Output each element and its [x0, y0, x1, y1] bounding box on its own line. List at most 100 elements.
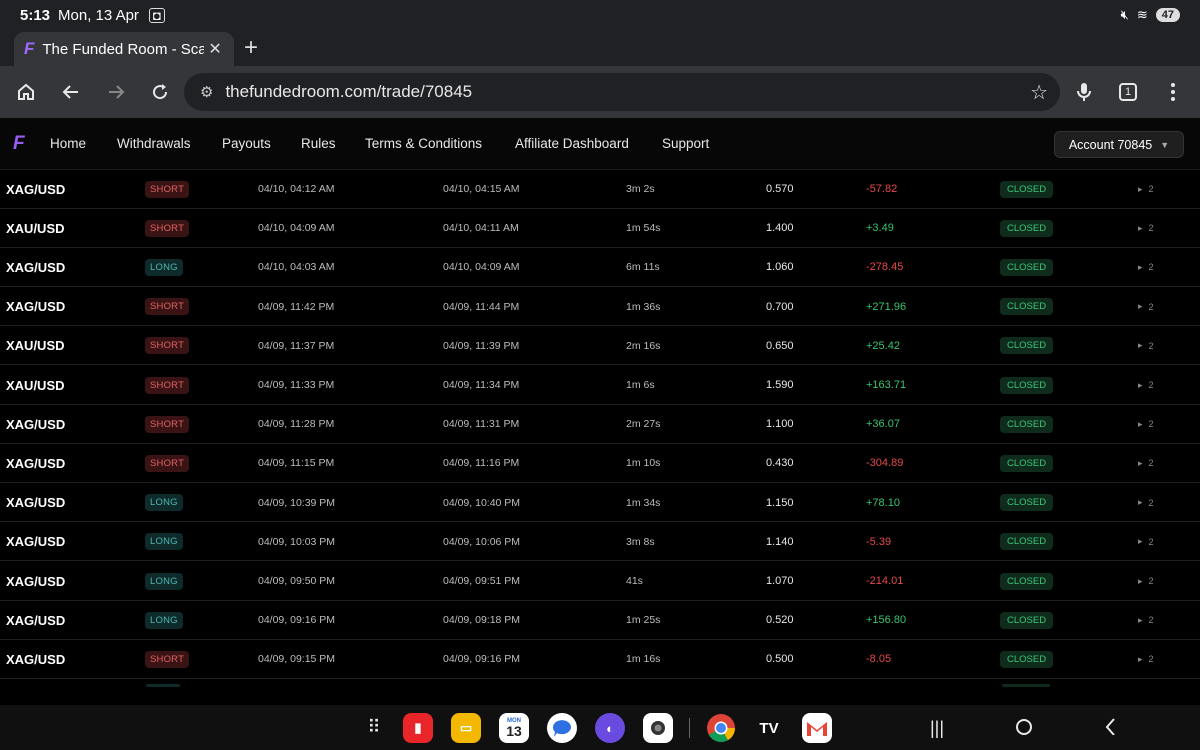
- home-nav-button[interactable]: [1014, 715, 1034, 741]
- forward-button[interactable]: [102, 78, 130, 106]
- trade-status-cell: CLOSED: [1000, 209, 1054, 248]
- close-tab-icon[interactable]: ✕: [208, 39, 221, 59]
- chrome-app-icon[interactable]: [706, 713, 736, 743]
- microphone-icon: [1077, 83, 1091, 101]
- address-bar[interactable]: ⚙ thefundedroom.com/trade/70845 ☆: [184, 73, 1060, 111]
- table-row[interactable]: XAG/USD SHORT 04/09, 11:28 PM 04/09, 11:31 …: [0, 405, 1200, 444]
- tradingview-app-icon[interactable]: TV: [754, 713, 784, 743]
- nav-terms-conditions[interactable]: Terms & Conditions: [365, 136, 482, 151]
- mute-icon: 🔇︎: [1120, 7, 1129, 22]
- app-drawer-icon[interactable]: ⠿: [364, 718, 384, 738]
- expand-row-button[interactable]: ▸ 2: [1138, 366, 1154, 405]
- table-row[interactable]: XAG/USD SHORT 04/10, 04:12 AM 04/10, 04:15 …: [0, 170, 1200, 209]
- back-button[interactable]: [57, 78, 85, 106]
- status-badge: CLOSED: [1000, 337, 1054, 355]
- table-row[interactable]: XAU/USD SHORT 04/09, 11:33 PM 04/09, 11:34 …: [0, 366, 1200, 405]
- account-selector[interactable]: Account 70845 ▼: [1054, 131, 1184, 158]
- trade-count: 2: [1148, 615, 1154, 626]
- table-row[interactable]: XAG/USD LONG 04/09, 10:39 PM 04/09, 10:40 P…: [0, 483, 1200, 523]
- trade-status-cell: CLOSED: [1000, 405, 1054, 444]
- trade-symbol: XAG/USD: [6, 416, 66, 432]
- browser-app-icon[interactable]: ◐: [595, 713, 625, 743]
- nav-support[interactable]: Support: [662, 136, 709, 151]
- browser-tab[interactable]: F The Funded Room - Scal ✕: [14, 32, 234, 66]
- trade-symbol: XAG/USD: [6, 455, 66, 471]
- expand-row-button[interactable]: ▸ 2: [1138, 326, 1154, 365]
- trade-pnl: +3.49: [866, 222, 894, 235]
- trade-count: 2: [1148, 536, 1154, 547]
- browser-menu-button[interactable]: [1159, 78, 1187, 106]
- trade-close-time: 04/10, 04:15 AM: [443, 183, 520, 195]
- account-label: Account 70845: [1068, 137, 1153, 152]
- expand-row-button[interactable]: ▸ 2: [1138, 248, 1154, 287]
- table-row[interactable]: XAU/USD SHORT 04/09, 11:37 PM 04/09, 11:39 …: [0, 326, 1200, 366]
- expand-row-button[interactable]: ▸ 2: [1138, 483, 1154, 522]
- site-settings-icon[interactable]: ⚙: [200, 83, 213, 101]
- play-triangle-icon: ▸: [1138, 418, 1143, 429]
- gmail-app-icon[interactable]: [802, 713, 832, 743]
- trade-open-time: 04/10, 04:09 AM: [258, 222, 335, 235]
- reload-button[interactable]: [146, 78, 174, 106]
- back-nav-button[interactable]: [1103, 715, 1117, 741]
- side-badge: SHORT: [145, 415, 190, 433]
- table-row[interactable]: XAG/USD SHORT 04/09, 11:42 PM 04/09, 11:44 …: [0, 287, 1200, 327]
- trade-pnl: -5.39: [866, 535, 892, 548]
- bookmark-star-icon[interactable]: ☆: [1030, 80, 1048, 105]
- trade-close-time: 04/09, 11:39 PM: [443, 339, 520, 352]
- expand-row-button[interactable]: ▸ 2: [1138, 562, 1154, 601]
- trade-side-cell: SHORT: [145, 444, 190, 483]
- trade-open-time: 04/09, 11:28 PM: [258, 418, 335, 431]
- home-button[interactable]: [12, 78, 40, 106]
- url-text[interactable]: thefundedroom.com/trade/70845: [225, 82, 472, 102]
- expand-row-button[interactable]: ▸ 2: [1138, 170, 1154, 209]
- nav-rules[interactable]: Rules: [301, 136, 336, 151]
- nav-home[interactable]: Home: [50, 136, 86, 151]
- trade-symbol: XAG/USD: [6, 299, 66, 315]
- my-files-app-icon[interactable]: ▭: [451, 713, 481, 743]
- expand-row-button[interactable]: ▸ 2: [1138, 405, 1154, 444]
- new-tab-button[interactable]: +: [244, 34, 258, 62]
- trade-pnl: +156.80: [866, 614, 907, 627]
- messages-app-icon[interactable]: [547, 713, 577, 743]
- table-row[interactable]: XAG/USD LONG 04/10, 04:03 AM 04/10, 04:09 A…: [0, 248, 1200, 288]
- trade-side-cell: SHORT: [145, 287, 190, 326]
- funded-room-logo-icon[interactable]: F: [13, 133, 25, 155]
- status-badge: CLOSED: [1000, 454, 1054, 472]
- recent-apps-button[interactable]: |||: [930, 718, 944, 739]
- expand-row-button[interactable]: ▸ 2: [1138, 209, 1154, 248]
- table-row[interactable]: XAG/USD SHORT 04/09, 11:15 PM 04/09, 11:16 …: [0, 444, 1200, 484]
- tab-switcher-button[interactable]: 1: [1114, 78, 1142, 106]
- voice-search-button[interactable]: [1070, 78, 1098, 106]
- table-row[interactable]: XAU/USD SHORT 04/10, 04:09 AM 04/10, 04:11 …: [0, 209, 1200, 248]
- trade-close-time: 04/09, 10:40 PM: [443, 496, 521, 509]
- expand-row-button[interactable]: ▸ 2: [1138, 640, 1154, 679]
- camera-app-icon[interactable]: [643, 713, 673, 743]
- table-row[interactable]: XAG/USD SHORT 04/09, 09:15 PM 04/09, 09:16 …: [0, 640, 1200, 680]
- nav-affiliate-dashboard[interactable]: Affiliate Dashboard: [515, 136, 629, 151]
- trade-pnl: -57.82: [866, 183, 898, 195]
- trade-lots: 0.520: [766, 614, 794, 627]
- chevron-down-icon: ▼: [1160, 139, 1170, 150]
- status-badge: CLOSED: [1000, 611, 1054, 629]
- nav-withdrawals[interactable]: Withdrawals: [117, 136, 191, 151]
- flip-notes-app-icon[interactable]: ▮: [403, 713, 433, 743]
- expand-row-button[interactable]: ▸ 2: [1138, 601, 1154, 640]
- table-row[interactable]: XAG/USD LONG 04/09, 10:03 PM 04/09, 10:06 P…: [0, 522, 1200, 562]
- expand-row-button[interactable]: ▸ 2: [1138, 444, 1154, 483]
- back-chevron-icon: [1105, 718, 1115, 736]
- trade-lots: 0.570: [766, 183, 794, 195]
- trade-status-cell: CLOSED: [1000, 640, 1054, 679]
- expand-row-button[interactable]: ▸ 2: [1138, 522, 1154, 561]
- trade-lots: 1.140: [766, 535, 794, 548]
- expand-row-button[interactable]: ▸ 2: [1138, 287, 1154, 326]
- nav-payouts[interactable]: Payouts: [222, 136, 271, 151]
- side-badge: SHORT: [145, 376, 190, 394]
- calendar-app-icon[interactable]: MON 13: [499, 713, 529, 743]
- table-row[interactable]: XAG/USD LONG 04/09, 09:16 PM 04/09, 09:18 P…: [0, 601, 1200, 640]
- side-badge: LONG: [145, 572, 183, 590]
- chrome-icon: [707, 714, 735, 742]
- trade-side-cell: LONG: [145, 522, 183, 561]
- trade-open-time: 04/09, 09:50 PM: [258, 575, 336, 587]
- trade-symbol: XAG/USD: [6, 534, 66, 550]
- table-row[interactable]: XAG/USD LONG 04/09, 09:50 PM 04/09, 09:51 P…: [0, 562, 1200, 601]
